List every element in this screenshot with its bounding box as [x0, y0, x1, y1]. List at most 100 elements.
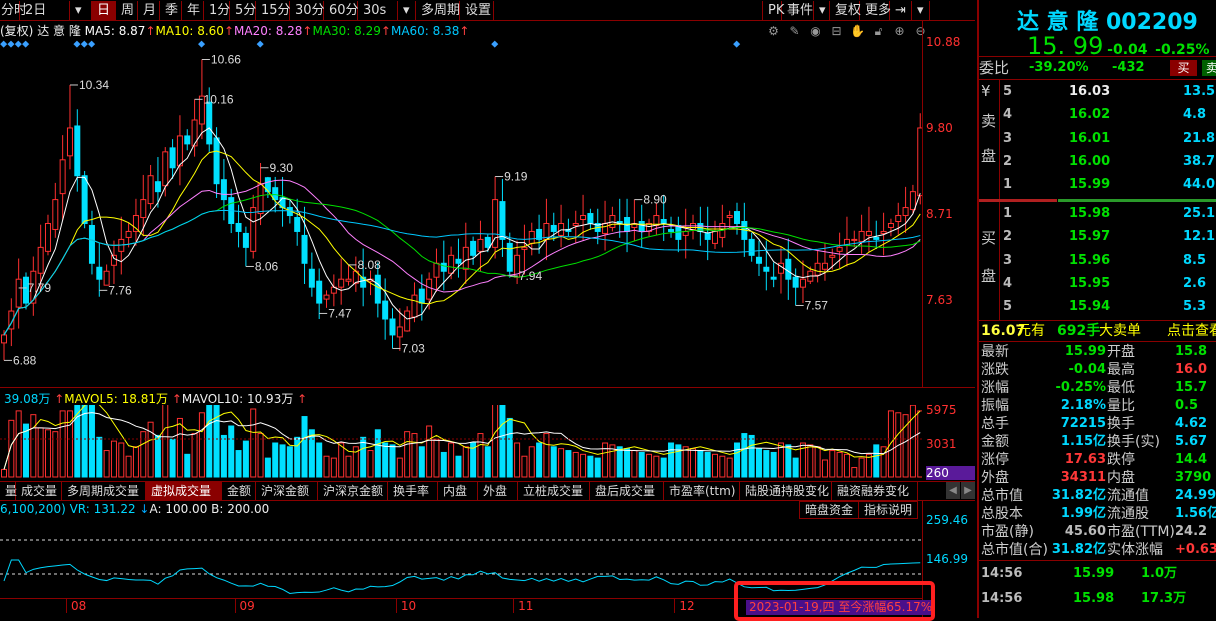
period-button-15[interactable]: 多周期: [416, 1, 460, 20]
period-button-5[interactable]: 月: [138, 1, 160, 20]
period-button-3[interactable]: 日: [92, 1, 116, 20]
bids-row[interactable]: 4 15.95 2.6: [979, 275, 1216, 293]
lock-icon[interactable]: 🔓︎: [870, 22, 887, 40]
period-button-14[interactable]: ▾: [398, 1, 416, 20]
period-button-16[interactable]: 设置: [460, 1, 494, 20]
bids-row[interactable]: 2 15.97 12.1: [979, 228, 1216, 246]
up-arrow-icon: ↑: [380, 24, 391, 38]
stat-value: +0.63: [1175, 542, 1216, 557]
candlestick-chart[interactable]: 10.34 7.76 7.79 10.66 10.16 8.06 9.30 7.47 8.08 7…: [0, 40, 922, 385]
bids-row[interactable]: 5 15.94 5.3: [979, 298, 1216, 316]
asks-row[interactable]: 2 16.00 38.7: [979, 153, 1216, 171]
highlight-box: [734, 581, 935, 621]
tick-volume: 17.3万: [1141, 591, 1187, 606]
x-tick: 08: [65, 599, 86, 613]
tab-6[interactable]: 沪深京金额: [318, 482, 388, 501]
tab-13[interactable]: 陆股通持股变化: [740, 482, 832, 501]
period-button-6[interactable]: 季: [160, 1, 182, 20]
period-button-1[interactable]: 2日: [20, 1, 70, 20]
tab-8[interactable]: 内盘: [438, 482, 478, 501]
hand-icon[interactable]: ✋: [849, 22, 866, 40]
asks-row[interactable]: 4 16.02 4.8: [979, 106, 1216, 124]
toolbar-right-4[interactable]: 更多: [860, 1, 891, 20]
bids-row[interactable]: 1 15.98 25.1: [979, 205, 1216, 223]
tab-11[interactable]: 盘后成交量: [590, 482, 664, 501]
toolbar-right-5[interactable]: ⇥: [890, 1, 912, 20]
tab-5[interactable]: 沪深金额: [256, 482, 318, 501]
period-button-10[interactable]: 15分: [256, 1, 291, 20]
asks-row[interactable]: 1 15.99 44.0: [979, 176, 1216, 194]
price-annotation: 7.03: [401, 341, 425, 355]
tab-12[interactable]: 市盈率(ttm): [664, 482, 740, 501]
stat-row: 涨跌 -0.04 最高 16.0: [979, 361, 1216, 379]
candle-body: [323, 294, 330, 300]
toolbar-right-2[interactable]: ▾: [814, 1, 830, 20]
period-button-9[interactable]: 5分: [230, 1, 256, 20]
ma20-value: MA20: 8.28: [234, 24, 303, 38]
period-button-13[interactable]: 30s: [358, 1, 398, 20]
period-button-4[interactable]: 周: [116, 1, 138, 20]
tab-9[interactable]: 外盘: [478, 482, 518, 501]
volume-bar: [843, 453, 850, 478]
asks-row[interactable]: 3 16.01 21.8: [979, 130, 1216, 148]
period-button-0[interactable]: 分时: [0, 1, 27, 20]
indicator-help-button[interactable]: 指标说明: [858, 501, 919, 519]
period-button-12[interactable]: 60分: [324, 1, 359, 20]
tick-row: 14:56 15.99 1.0万: [979, 565, 1216, 583]
big-order-row[interactable]: 16.07元有692手大卖单点击查看: [979, 322, 1216, 340]
x-tick: 12: [674, 599, 695, 613]
bids-row[interactable]: 3 15.96 8.5: [979, 252, 1216, 270]
toolbar-right-0[interactable]: PK: [762, 1, 784, 20]
volume-bar: [448, 442, 455, 478]
ma-legend: (复权) 达 意 隆 MA5: 8.87↑MA10: 8.60↑MA20: 8.…: [0, 22, 469, 40]
level-number: 4: [1003, 275, 1013, 291]
period-button-7[interactable]: 年: [182, 1, 204, 20]
candle-body: [433, 262, 440, 278]
tab-4[interactable]: 金额: [222, 482, 256, 501]
candle-body: [1, 334, 7, 344]
volume-chart[interactable]: [0, 405, 922, 480]
view-details-link[interactable]: 点击查看: [1167, 322, 1216, 340]
stat-label: 换手: [1107, 416, 1135, 432]
toolbox-icon[interactable]: ⊟: [828, 22, 845, 40]
asks-row[interactable]: 5 16.03 13.5: [979, 83, 1216, 101]
up-arrow-icon: ↑: [171, 392, 182, 406]
big-order-qty: 692手: [1057, 323, 1101, 339]
buy-button[interactable]: 买: [1170, 60, 1197, 76]
dark-pool-funds-button[interactable]: 暗盘资金: [799, 501, 860, 519]
volume-bar: [682, 446, 689, 478]
toolbar-right-1[interactable]: 事件: [782, 1, 814, 20]
period-button-8[interactable]: 1分: [204, 1, 230, 20]
toolbar-right-3[interactable]: 复权: [830, 1, 861, 20]
tab-2[interactable]: 多周期成交量: [62, 482, 146, 501]
price-annotation: 7.76: [108, 283, 132, 297]
toolbar-right-6[interactable]: ▾: [912, 1, 930, 20]
sell-button[interactable]: 卖: [1202, 60, 1216, 76]
candle-body: [74, 125, 81, 177]
tab-0[interactable]: 量: [0, 482, 17, 501]
period-button-11[interactable]: 30分: [290, 1, 325, 20]
zoom-in-icon[interactable]: ⊕: [891, 22, 908, 40]
tab-7[interactable]: 换手率: [388, 482, 438, 501]
volume-bar: [169, 438, 176, 478]
candle-body: [704, 232, 711, 240]
volume-bar: [455, 455, 462, 478]
stat-value: 31.82亿: [1051, 542, 1106, 557]
period-button-2[interactable]: ▾: [70, 1, 92, 20]
eye-icon[interactable]: ◉: [807, 22, 824, 40]
level-price: 15.99: [1069, 177, 1111, 193]
pen-icon[interactable]: ✎: [786, 22, 803, 40]
candle-body: [470, 240, 477, 256]
tab-10[interactable]: 立桩成交量: [518, 482, 590, 501]
stat-row: 总手 72215 换手 4.62: [979, 415, 1216, 433]
candle-body: [734, 211, 740, 224]
vr-legend: 6,100,200) VR: 131.22 ↓A: 100.00 B: 200.…: [0, 502, 269, 516]
tab-scroll-left[interactable]: ◀: [946, 482, 960, 499]
tab-1[interactable]: 成交量: [16, 482, 62, 501]
gear-icon[interactable]: ⚙: [765, 22, 782, 40]
tab-scroll-right[interactable]: ▶: [961, 482, 975, 499]
tab-3[interactable]: 虚拟成交量: [146, 482, 222, 501]
candle-body: [799, 278, 806, 288]
tab-14[interactable]: 融资融券变化: [832, 482, 918, 501]
stat-row: 涨幅 -0.25% 最低 15.7: [979, 379, 1216, 397]
